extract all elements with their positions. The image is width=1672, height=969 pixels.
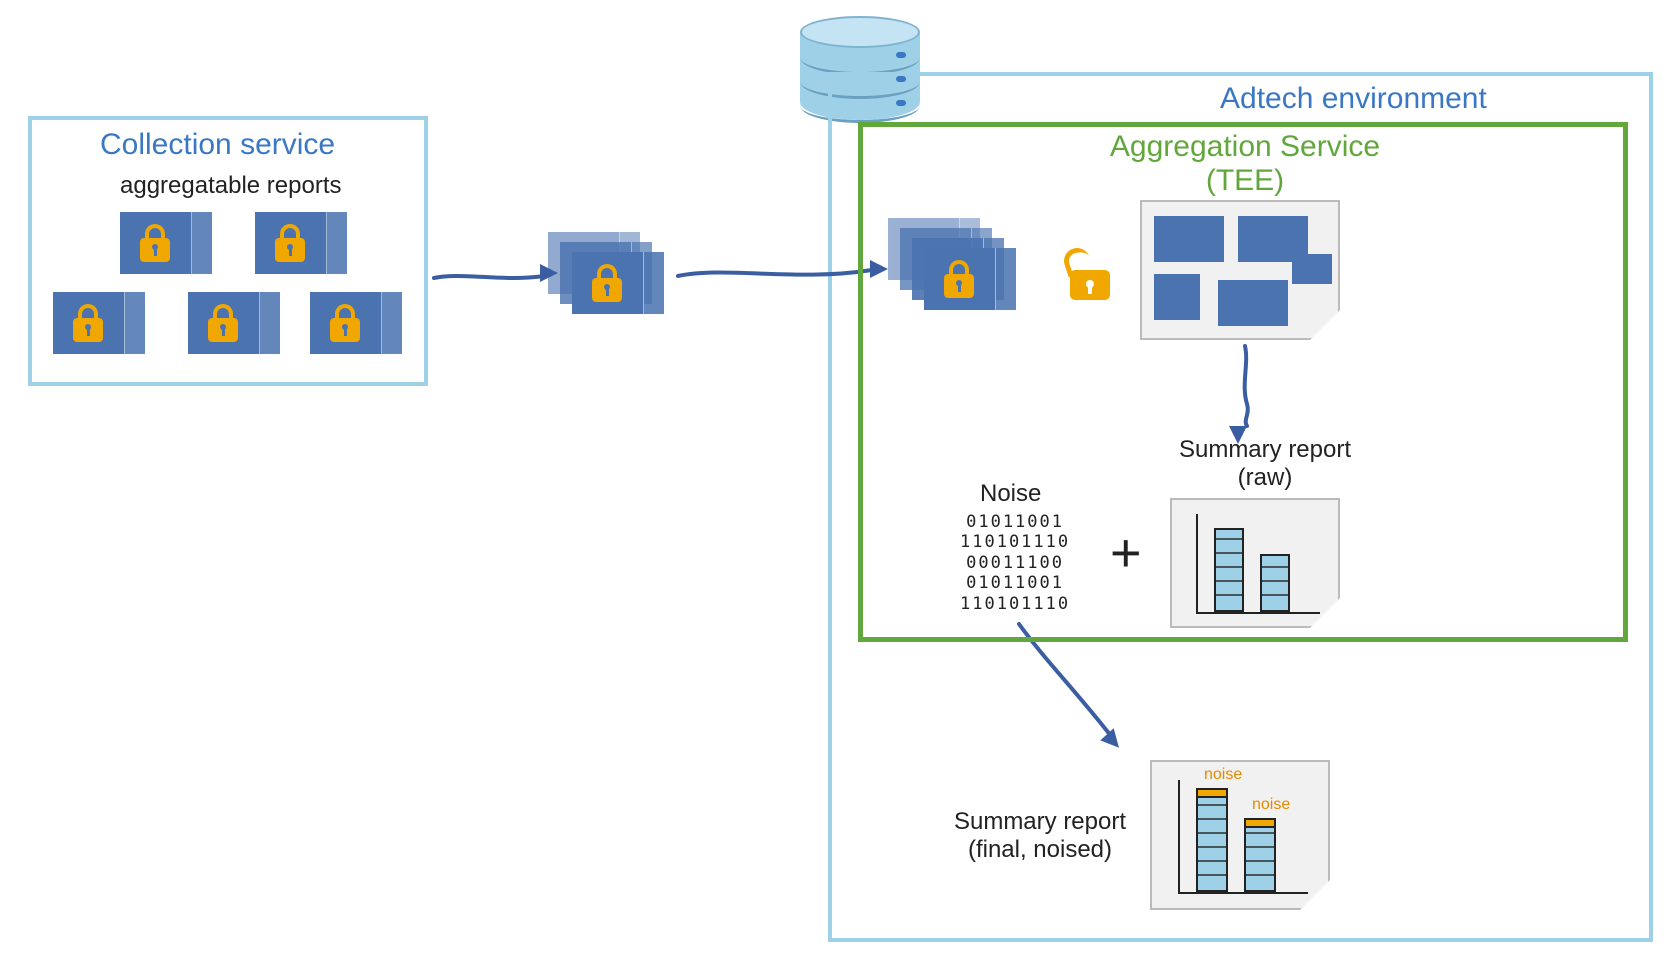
summary-final-title: Summary report (final, noised) — [940, 808, 1140, 864]
diagram-canvas: Adtech environment Aggregation Service (… — [0, 0, 1672, 969]
aggregatable-reports-label: aggregatable reports — [120, 172, 341, 200]
locked-report-icon — [255, 212, 347, 274]
aggregation-service-box — [858, 122, 1628, 642]
collection-service-title: Collection service — [100, 128, 335, 162]
adtech-environment-title: Adtech environment — [1220, 82, 1487, 116]
locked-report-icon — [120, 212, 212, 274]
arrowhead-icon — [540, 264, 558, 282]
noise-cap-label: noise — [1252, 796, 1290, 814]
arrow-icon — [676, 260, 876, 286]
locked-report-icon — [53, 292, 145, 354]
arrow-icon — [432, 264, 548, 288]
noise-cap-label: noise — [1204, 766, 1242, 784]
locked-report-icon — [310, 292, 402, 354]
locked-report-icon — [188, 292, 280, 354]
batched-reports-icon — [548, 232, 678, 332]
